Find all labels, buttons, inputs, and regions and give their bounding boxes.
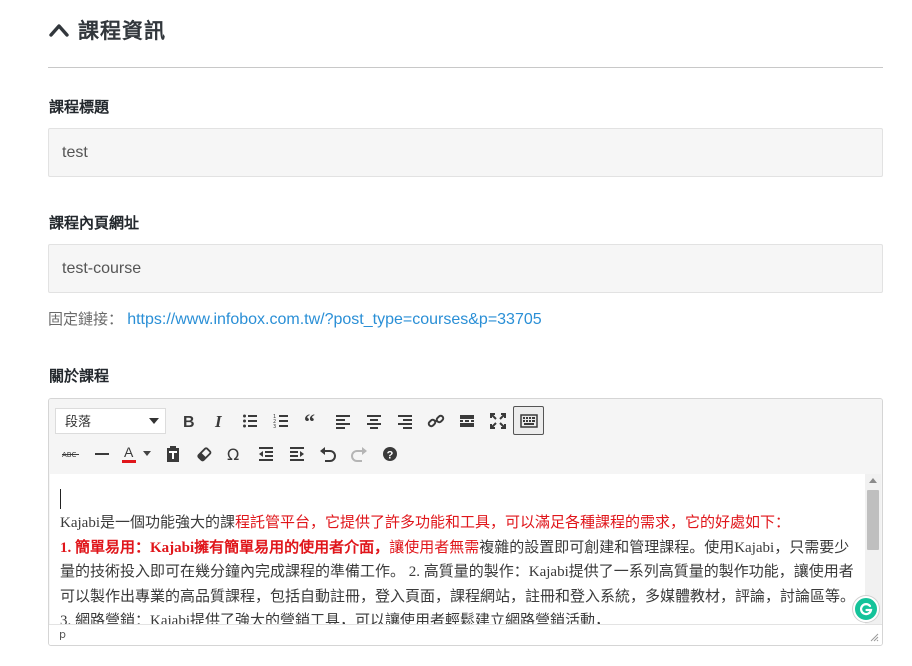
horizontal-line-icon: [94, 452, 109, 455]
scroll-up-arrow-icon[interactable]: [869, 478, 877, 483]
strikethrough-button[interactable]: ABC: [55, 439, 86, 468]
redo-button[interactable]: [343, 439, 374, 468]
text-color-button[interactable]: A: [117, 439, 157, 468]
course-url-input[interactable]: [48, 244, 883, 293]
align-center-icon: [366, 414, 381, 429]
bold-button[interactable]: B: [172, 406, 203, 435]
link-icon: [427, 414, 444, 427]
element-path[interactable]: p: [59, 628, 66, 641]
section-divider: [48, 67, 883, 68]
numbered-list-button[interactable]: 123: [265, 406, 296, 435]
insert-read-more-button[interactable]: [451, 406, 482, 435]
scrollbar-thumb[interactable]: [867, 490, 879, 550]
strikethrough-icon: ABC: [61, 451, 79, 459]
format-select-value: 段落: [65, 415, 92, 430]
svg-text:?: ?: [386, 449, 393, 461]
about-course-label: 關於課程: [49, 367, 110, 385]
blockquote-icon: “: [304, 413, 315, 429]
content-text-red-1: 程託管平台，它提供了許多功能和工具，可以滿足各種課程的需求，它的好處如下：: [234, 515, 790, 531]
read-more-icon: [459, 414, 474, 427]
align-left-icon: [335, 414, 350, 429]
content-text-bold-red: 1. 簡單易用：Kajabi擁有簡單易用的使用者介面，: [60, 539, 390, 556]
undo-icon: [319, 446, 336, 462]
permalink-link[interactable]: https://www.infobox.com.tw/?post_type=co…: [127, 311, 541, 328]
indent-button[interactable]: [281, 439, 312, 468]
grammarly-icon: [859, 603, 873, 616]
bold-icon: B: [183, 414, 195, 429]
svg-text:3: 3: [273, 424, 276, 429]
paste-as-text-button[interactable]: [157, 439, 188, 468]
section-header-toggle[interactable]: 課程資訊: [48, 14, 166, 46]
rich-text-editor: 段落 B I 123 “ A Ω ? Kajabi是一個功能強大的課程託管平台，…: [48, 398, 883, 646]
bullet-list-icon: [242, 414, 257, 427]
text-cursor: [60, 489, 61, 509]
special-character-icon: Ω: [227, 446, 239, 462]
editor-toolbar: 段落 B I 123 “ A Ω ?: [49, 399, 882, 474]
course-title-label: 課程標題: [49, 98, 110, 116]
svg-text:“: “: [304, 413, 315, 429]
align-center-button[interactable]: [358, 406, 389, 435]
format-select[interactable]: 段落: [55, 407, 166, 434]
permalink: 固定鏈接： https://www.infobox.com.tw/?post_t…: [48, 308, 542, 329]
outdent-icon: [258, 446, 273, 461]
help-icon: ?: [382, 446, 397, 461]
resize-handle-icon[interactable]: [869, 632, 879, 642]
align-right-button[interactable]: [389, 406, 420, 435]
svg-text:I: I: [214, 413, 223, 429]
text-color-icon: A: [122, 445, 136, 463]
bullet-list-button[interactable]: [234, 406, 265, 435]
svg-text:Ω: Ω: [227, 446, 239, 462]
italic-button[interactable]: I: [203, 406, 234, 435]
insert-link-button[interactable]: [420, 406, 451, 435]
redo-icon: [350, 446, 367, 462]
text-color-main[interactable]: A: [117, 439, 141, 468]
course-title-input[interactable]: [48, 128, 883, 177]
paste-as-text-icon: [166, 445, 179, 462]
outdent-button[interactable]: [250, 439, 281, 468]
toolbar-row-2: ABC A Ω: [55, 437, 876, 470]
content-text-red-2: 讓使用者無需: [389, 539, 480, 556]
fullscreen-icon: [489, 412, 506, 429]
fullscreen-button[interactable]: [482, 406, 513, 435]
grammarly-button[interactable]: [853, 596, 879, 622]
blockquote-button[interactable]: “: [296, 406, 327, 435]
course-url-label: 課程內頁網址: [49, 214, 140, 232]
align-right-icon: [397, 414, 412, 429]
align-left-button[interactable]: [327, 406, 358, 435]
editor-status-bar: p: [49, 624, 882, 645]
toolbar-row-1: 段落 B I 123 “: [55, 404, 876, 437]
horizontal-line-button[interactable]: [86, 439, 117, 468]
special-character-button[interactable]: Ω: [219, 439, 250, 468]
content-text-normal-1: Kajabi是一個功能強大的課: [60, 515, 235, 531]
editor-content-area[interactable]: Kajabi是一個功能強大的課程託管平台，它提供了許多功能和工具，可以滿足各種課…: [50, 474, 866, 624]
help-button[interactable]: ?: [374, 439, 405, 468]
section-title: 課程資訊: [78, 19, 166, 43]
clear-formatting-button[interactable]: [188, 439, 219, 468]
toolbar-toggle-icon: [519, 413, 538, 428]
italic-icon: I: [214, 413, 223, 429]
clear-formatting-icon: [196, 446, 211, 461]
svg-text:B: B: [183, 414, 195, 429]
permalink-label: 固定鏈接：: [48, 311, 124, 328]
undo-button[interactable]: [312, 439, 343, 468]
chevron-up-icon: [48, 19, 70, 41]
chevron-down-icon[interactable]: [143, 451, 151, 456]
indent-icon: [289, 446, 304, 461]
chevron-down-icon: [149, 417, 159, 424]
svg-text:A: A: [124, 445, 134, 460]
numbered-list-icon: 123: [273, 414, 288, 429]
toolbar-toggle-button[interactable]: [513, 406, 544, 435]
